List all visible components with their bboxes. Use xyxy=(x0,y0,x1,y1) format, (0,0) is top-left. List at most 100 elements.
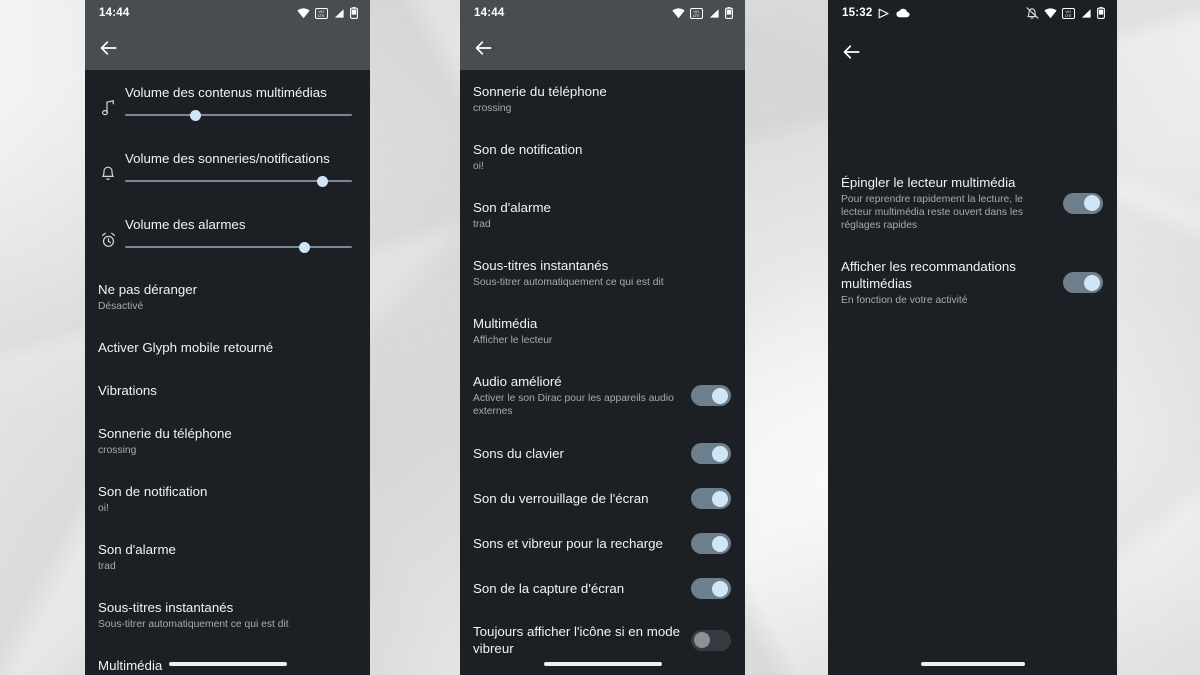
slider-track[interactable] xyxy=(125,109,352,121)
list-item[interactable]: Multimédia xyxy=(85,644,370,675)
list-item-toggle[interactable]: Toujours afficher l'icône si en mode vib… xyxy=(460,611,745,669)
back-arrow-icon[interactable] xyxy=(842,42,862,62)
list-item[interactable]: Son de notification oi! xyxy=(460,128,745,186)
list-item-toggle[interactable]: Son de la capture d'écran xyxy=(460,566,745,611)
slider-alarm-volume[interactable]: Volume des alarmes xyxy=(121,216,356,253)
toggle-switch-screenshot-sound[interactable] xyxy=(691,578,731,599)
toggle-switch-pin-media-player[interactable] xyxy=(1063,192,1103,214)
toggle-switch-media-recommendations[interactable] xyxy=(1063,272,1103,293)
list-item-subtitle: trad xyxy=(473,219,491,230)
list-item[interactable]: Son d'alarme trad xyxy=(85,528,370,586)
list-item[interactable]: Vibrations xyxy=(85,369,370,412)
home-indicator[interactable] xyxy=(168,662,287,666)
volte-icon: VOLTE xyxy=(1062,7,1075,19)
signal-icon xyxy=(1081,8,1091,18)
toggle-switch-keyboard-sounds[interactable] xyxy=(691,443,731,464)
status-bar-left: 15:32 xyxy=(842,7,910,19)
wifi-icon xyxy=(672,7,685,18)
list-item-toggle[interactable]: Audio amélioré Activer le son Dirac pour… xyxy=(460,360,745,431)
wifi-icon xyxy=(297,7,310,18)
settings-list: Épingler le lecteur multimédia Pour repr… xyxy=(828,161,1117,320)
list-item[interactable]: Ne pas déranger Désactivé xyxy=(85,268,370,326)
page-title: MULTIMÉDIA xyxy=(844,111,1097,135)
toggle-switch-charging-sounds[interactable] xyxy=(691,533,731,554)
bell-icon xyxy=(95,150,121,182)
list-item[interactable]: Sous-titres instantanés Sous-titrer auto… xyxy=(85,586,370,644)
page-title: SON ET VIBRATIONS xyxy=(133,40,277,56)
list-item-subtitle: Activer le son Dirac pour les appareils … xyxy=(473,393,674,417)
back-arrow-icon[interactable] xyxy=(474,38,494,58)
list-item-title: Son d'alarme xyxy=(98,542,176,557)
list-item-toggle[interactable]: Afficher les recommandations multimédias… xyxy=(828,245,1117,320)
battery-icon xyxy=(1097,7,1105,19)
list-item-title: Activer Glyph mobile retourné xyxy=(98,340,274,355)
list-item-toggle[interactable]: Sons et vibreur pour la recharge xyxy=(460,521,745,566)
toggle-switch-vibrate-icon[interactable] xyxy=(691,629,731,651)
toggle-knob xyxy=(1084,274,1100,291)
slider-track[interactable] xyxy=(125,175,352,187)
list-item-toggle[interactable]: Sons du clavier xyxy=(460,431,745,476)
svg-text:LTE: LTE xyxy=(693,14,700,18)
list-item-toggle[interactable]: Son du verrouillage de l'écran xyxy=(460,476,745,521)
volte-icon: VOLTE xyxy=(315,7,328,19)
slider-thumb[interactable] xyxy=(298,241,310,253)
app-bar xyxy=(828,26,1117,67)
back-arrow-icon[interactable] xyxy=(99,38,119,58)
signal-icon xyxy=(334,8,344,18)
screenshot-stage: 14:44 VO LTE SON ET VIBRATIONS Volume des… xyxy=(0,0,1200,675)
list-item-title: Audio amélioré xyxy=(473,374,562,389)
list-item-title: Son de notification xyxy=(98,484,208,499)
status-bar: 14:44 VO LTE xyxy=(460,0,745,26)
slider-label: Volume des contenus multimédias xyxy=(125,85,327,100)
slider-media-volume[interactable]: Volume des contenus multimédias xyxy=(121,84,356,121)
list-item-subtitle: crossing xyxy=(98,445,137,456)
list-item[interactable]: Sonnerie du téléphone crossing xyxy=(85,412,370,470)
slider-ring-volume[interactable]: Volume des sonneries/notifications xyxy=(121,150,356,187)
home-indicator[interactable] xyxy=(543,662,662,666)
toggle-knob xyxy=(693,632,710,648)
list-item-toggle[interactable]: Épingler le lecteur multimédia Pour repr… xyxy=(828,161,1117,245)
app-bar: SON ET VIBRATIONS xyxy=(460,26,745,70)
toggle-knob xyxy=(1084,195,1100,211)
app-bar: SON ET VIBRATIONS xyxy=(85,26,370,70)
slider-row-media-volume[interactable]: Volume des contenus multimédias xyxy=(85,70,370,136)
status-bar-clock: 15:32 xyxy=(842,7,873,19)
slider-row-alarm-volume[interactable]: Volume des alarmes xyxy=(85,202,370,268)
list-item-title: Son de notification xyxy=(473,142,583,157)
svg-text:LTE: LTE xyxy=(1065,14,1072,18)
phone-screenshot-2: 14:44 VO LTE SON ET VIBRATIONS Sonnerie d… xyxy=(460,0,745,675)
list-item-subtitle: Afficher le lecteur xyxy=(473,335,553,346)
slider-thumb[interactable] xyxy=(189,109,201,121)
list-item[interactable]: Multimédia Afficher le lecteur xyxy=(460,302,745,360)
list-item[interactable]: Activer Glyph mobile retourné xyxy=(85,326,370,369)
toggle-switch-enhanced-audio[interactable] xyxy=(691,385,731,406)
toggle-switch-screen-lock-sound[interactable] xyxy=(691,488,731,509)
status-bar-left: 14:44 xyxy=(474,7,504,19)
list-item-title: Multimédia xyxy=(473,316,538,331)
list-item-title: Épingler le lecteur multimédia xyxy=(841,175,1016,190)
list-item-subtitle: Sous-titrer automatiquement ce qui est d… xyxy=(98,619,289,630)
list-item-title: Sons du clavier xyxy=(473,446,564,461)
list-item[interactable]: Sonnerie du téléphone crossing xyxy=(460,70,745,128)
list-item[interactable]: Son d'alarme trad xyxy=(460,186,745,244)
status-bar-clock: 14:44 xyxy=(474,7,505,19)
list-item-subtitle: crossing xyxy=(473,103,512,114)
list-item[interactable]: Sous-titres instantanés Sous-titrer auto… xyxy=(460,244,745,302)
cloud-icon xyxy=(896,8,910,18)
list-item-title: Sonnerie du téléphone xyxy=(98,426,232,441)
list-item-subtitle: Désactivé xyxy=(98,301,144,312)
list-item-subtitle: oi! xyxy=(98,503,109,514)
battery-icon xyxy=(725,7,733,19)
page-title: SON ET VIBRATIONS xyxy=(508,40,652,56)
svg-text:LTE: LTE xyxy=(318,14,325,18)
battery-icon xyxy=(350,7,358,19)
slider-track[interactable] xyxy=(125,241,352,253)
slider-thumb[interactable] xyxy=(316,175,328,187)
list-item[interactable]: Son de notification oi! xyxy=(85,470,370,528)
music-note-icon xyxy=(95,84,121,116)
home-indicator[interactable] xyxy=(920,662,1025,666)
alarm-clock-icon xyxy=(95,216,121,248)
toggle-knob xyxy=(712,387,728,404)
status-bar-clock: 14:44 xyxy=(99,7,130,19)
slider-row-ring-volume[interactable]: Volume des sonneries/notifications xyxy=(85,136,370,202)
